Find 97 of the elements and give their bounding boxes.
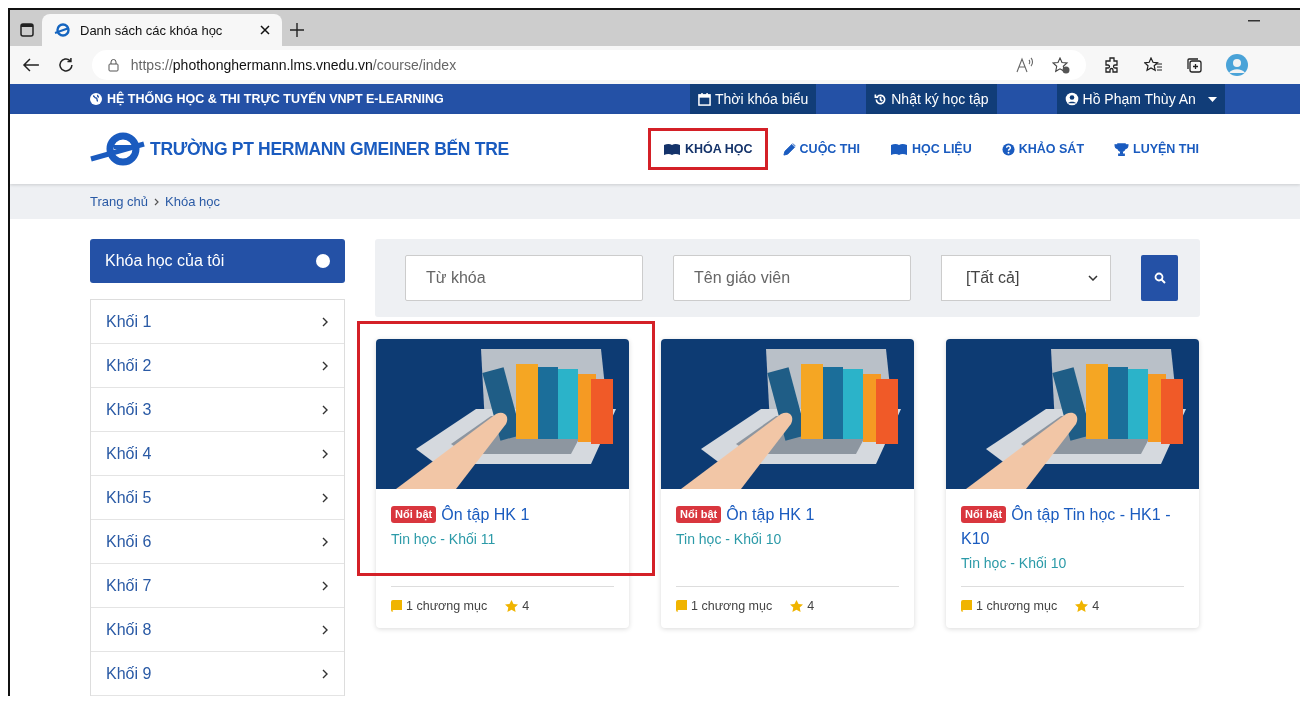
favorites-icon[interactable]: [1144, 57, 1162, 73]
school-name: TRƯỜNG PT HERMANN GMEINER BẾN TRE: [150, 138, 509, 160]
breadcrumb-link[interactable]: Khóa học: [165, 194, 220, 209]
chevron-down-icon: [1088, 275, 1098, 281]
timetable-link[interactable]: Thời khóa biểu: [690, 84, 817, 114]
featured-badge: Nổi bật: [391, 506, 437, 523]
globe-icon: [90, 93, 102, 105]
breadcrumb-link[interactable]: Trang chủ: [90, 194, 149, 209]
chevron-right-icon: [322, 668, 328, 679]
search-button[interactable]: [1141, 255, 1178, 301]
chevron-right-icon: [154, 197, 160, 206]
refresh-icon[interactable]: [57, 57, 74, 73]
collections-icon[interactable]: [1186, 57, 1202, 73]
star-icon: [505, 600, 519, 612]
browser-tab[interactable]: Danh sách các khóa học: [42, 14, 282, 46]
nav-link[interactable]: KHÓA HỌC: [648, 128, 768, 170]
grade-label: Khối 1: [106, 312, 152, 331]
nav-link[interactable]: HỌC LIỆU: [875, 128, 987, 170]
chapter-count: 1 chương mục: [406, 599, 488, 613]
rating-value: 4: [807, 599, 815, 613]
grade-label: Khối 7: [106, 576, 152, 595]
sidebar-title: Khóa học của tôi: [105, 252, 225, 270]
trophy-icon: [1114, 142, 1129, 156]
extensions-icon[interactable]: [1104, 57, 1120, 73]
chevron-right-icon: [322, 448, 328, 459]
grade-item[interactable]: Khối 6: [91, 520, 344, 564]
history-icon: [874, 92, 888, 106]
learning-log-link[interactable]: Nhật ký học tập: [866, 84, 997, 114]
chevron-right-icon: [322, 536, 328, 547]
featured-badge: Nổi bật: [961, 506, 1007, 523]
chevron-right-icon: [322, 624, 328, 635]
caret-icon: [1207, 96, 1217, 102]
grade-label: Khối 5: [106, 488, 152, 507]
grade-item[interactable]: Khối 1: [91, 300, 344, 344]
course-card[interactable]: Nổi bật Ôn tập HK 1 Tin học - Khối 10 1 chương mục 4: [661, 339, 914, 628]
course-subject: Tin học - Khối 11: [391, 531, 497, 547]
featured-badge: Nổi bật: [676, 506, 722, 523]
nav-link[interactable]: LUYỆN THI: [1099, 128, 1214, 170]
course-subject: Tin học - Khối 10: [676, 531, 783, 547]
course-title[interactable]: Nổi bật Ôn tập HK 1: [391, 503, 614, 527]
nav-link[interactable]: KHẢO SÁT: [986, 128, 1099, 170]
chapter-count: 1 chương mục: [691, 599, 773, 613]
nav-link[interactable]: CUỘC THI: [767, 128, 875, 170]
grade-item[interactable]: Khối 2: [91, 344, 344, 388]
keyword-field[interactable]: Từ khóa: [405, 255, 643, 301]
star-icon: [1075, 600, 1089, 612]
user-menu[interactable]: Hồ Phạm Thùy An: [1056, 84, 1225, 114]
grade-item[interactable]: Khối 7: [91, 564, 344, 608]
lock-icon: [107, 58, 119, 72]
new-tab-icon[interactable]: [290, 23, 304, 37]
chevron-right-icon: [322, 492, 328, 503]
close-icon[interactable]: [260, 25, 270, 35]
user-icon: [1064, 92, 1079, 106]
url-text: https://phothonghermann.lms.vnedu.vn/course/index: [130, 57, 457, 73]
avatar-icon[interactable]: [1226, 54, 1248, 76]
school-logo-icon: [90, 132, 146, 166]
chevron-right-icon: [322, 360, 328, 371]
site-logo-icon: [54, 23, 70, 37]
course-card[interactable]: Nổi bật Ôn tập HK 1 Tin học - Khối 11 1 chương mục 4: [376, 339, 629, 628]
course-subject: Tin học - Khối 10: [961, 555, 1068, 571]
read-aloud-icon[interactable]: [1016, 57, 1034, 73]
grade-item[interactable]: Khối 4: [91, 432, 344, 476]
grade-item[interactable]: Khối 9: [91, 652, 344, 696]
grade-label: Khối 9: [106, 664, 152, 683]
course-title[interactable]: Nổi bật Ôn tập Tin học - HK1 - K10: [961, 503, 1184, 551]
course-title[interactable]: Nổi bật Ôn tập HK 1: [676, 503, 899, 527]
tab-title: Danh sách các khóa học: [80, 22, 224, 38]
search-icon: [1153, 272, 1166, 284]
minimize-icon[interactable]: [1248, 20, 1260, 22]
chevron-right-icon: [322, 580, 328, 591]
dot-icon: [316, 254, 330, 268]
tab-actions-icon[interactable]: [20, 23, 34, 37]
address-bar[interactable]: https://phothonghermann.lms.vnedu.vn/course/index: [91, 50, 1086, 80]
grade-item[interactable]: Khối 5: [91, 476, 344, 520]
back-icon[interactable]: [22, 57, 40, 73]
teacher-field[interactable]: Tên giáo viên: [673, 255, 911, 301]
rating-value: 4: [1092, 599, 1100, 613]
grade-item[interactable]: Khối 8: [91, 608, 344, 652]
chevron-right-icon: [322, 316, 328, 327]
star-icon: [790, 600, 804, 612]
grade-label: Khối 2: [106, 356, 152, 375]
chevron-right-icon: [322, 404, 328, 415]
favorite-add-icon[interactable]: [1052, 56, 1070, 74]
sidebar-header[interactable]: Khóa học của tôi: [90, 239, 345, 283]
course-card[interactable]: Nổi bật Ôn tập Tin học - HK1 - K10 Tin học - Khối 10 1 chương mục 4: [946, 339, 1199, 628]
grade-item[interactable]: Khối 3: [91, 388, 344, 432]
grade-label: Khối 4: [106, 444, 152, 463]
grade-label: Khối 3: [106, 400, 152, 419]
pencil-icon: [782, 142, 796, 156]
chapter-count: 1 chương mục: [976, 599, 1058, 613]
rating-value: 4: [522, 599, 530, 613]
grade-label: Khối 6: [106, 532, 152, 551]
category-dropdown[interactable]: [Tất cả]: [941, 255, 1111, 301]
help-icon: [1001, 142, 1015, 156]
system-title: HỆ THỐNG HỌC & THI TRỰC TUYẾN VNPT E-LEARNING: [107, 92, 444, 106]
calendar-icon: [698, 92, 711, 106]
grade-label: Khối 8: [106, 620, 152, 639]
